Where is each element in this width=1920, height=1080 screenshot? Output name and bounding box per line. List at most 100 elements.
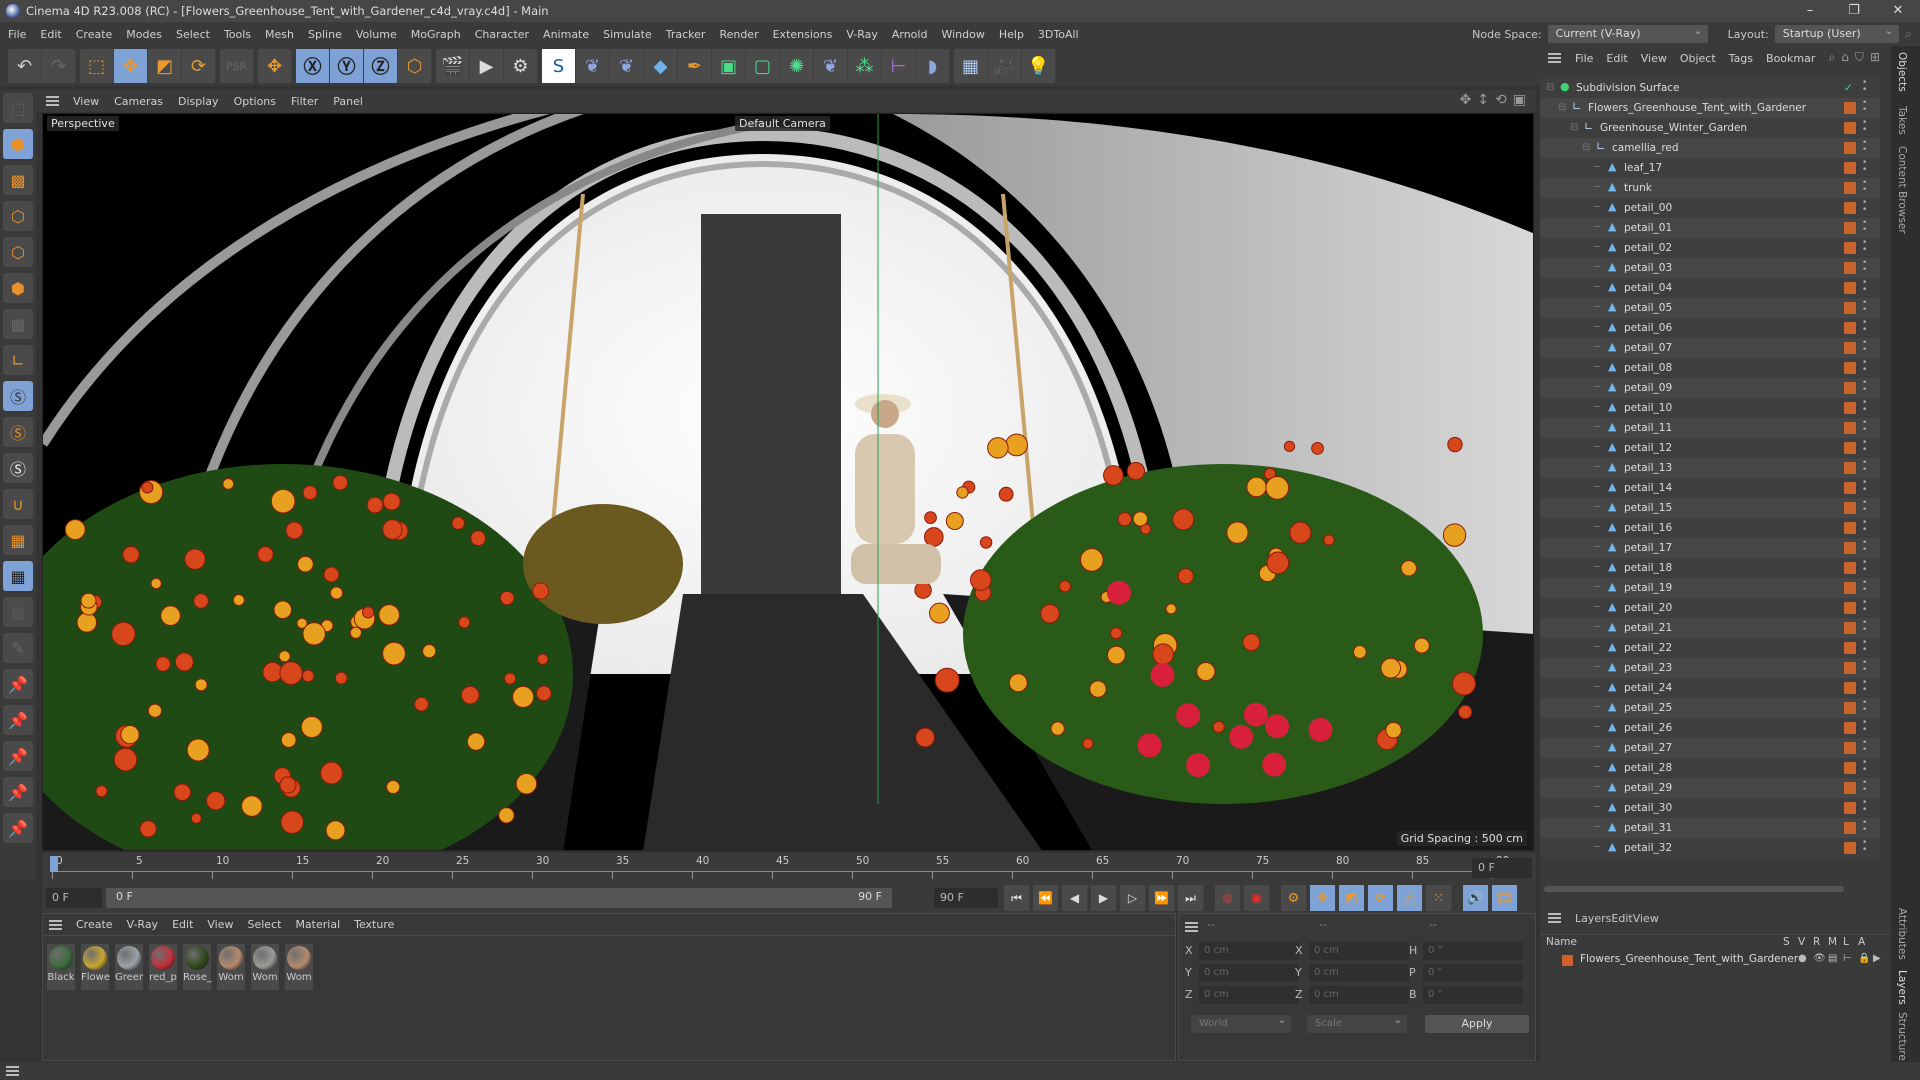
layer-color-swatch[interactable]: [1844, 562, 1856, 574]
layer-menu-layers[interactable]: Layers: [1575, 912, 1611, 925]
object-menu-edit[interactable]: Edit: [1606, 52, 1627, 65]
object-name[interactable]: Greenhouse_Winter_Garden: [1600, 118, 1747, 138]
object-row[interactable]: ⊟ ∟ Flowers_Greenhouse_Tent_with_Gardener •…: [1540, 98, 1880, 118]
object-name[interactable]: petail_03: [1624, 258, 1672, 278]
visibility-dots-icon[interactable]: • •: [1862, 439, 1867, 456]
object-name[interactable]: petail_11: [1624, 418, 1672, 438]
tab-attributes[interactable]: Attributes: [1896, 908, 1908, 960]
subdivision-icon[interactable]: ▣: [712, 49, 746, 83]
close-button[interactable]: ✕: [1876, 0, 1920, 22]
render-toggle-icon[interactable]: ▤: [1828, 953, 1837, 964]
pan-icon[interactable]: ✥: [1460, 92, 1472, 108]
visibility-dots-icon[interactable]: • •: [1862, 519, 1867, 536]
layer-menu-view[interactable]: View: [1633, 912, 1659, 925]
timeline-ruler[interactable]: 051015202530354045505560657075808590 0 F: [42, 853, 1536, 883]
visibility-dots-icon[interactable]: • •: [1862, 759, 1867, 776]
menu-animate[interactable]: Animate: [543, 28, 589, 41]
coord-value-field[interactable]: 0 cm: [1199, 986, 1299, 1004]
undo-icon[interactable]: ↶: [8, 49, 42, 83]
layer-color-swatch[interactable]: [1844, 402, 1856, 414]
playhead[interactable]: [50, 856, 58, 872]
autokey-icon[interactable]: ◉: [1244, 885, 1270, 911]
object-name[interactable]: leaf_17: [1624, 158, 1662, 178]
object-menu-file[interactable]: File: [1575, 52, 1593, 65]
visibility-dots-icon[interactable]: • •: [1862, 239, 1867, 256]
record-icon[interactable]: ●: [1215, 885, 1241, 911]
layer-color-swatch[interactable]: [1844, 502, 1856, 514]
layer-color-swatch[interactable]: [1844, 662, 1856, 674]
layer-color-swatch[interactable]: [1844, 262, 1856, 274]
transform-mode-dropdown[interactable]: Scale: [1307, 1012, 1407, 1033]
menu-render[interactable]: Render: [719, 28, 758, 41]
object-name[interactable]: petail_13: [1624, 458, 1672, 478]
object-name[interactable]: petail_32: [1624, 838, 1672, 858]
material-menu-material[interactable]: Material: [295, 918, 340, 931]
layer-column-header[interactable]: M: [1828, 936, 1837, 948]
layer-color-swatch[interactable]: [1844, 782, 1856, 794]
object-row[interactable]: ─ ▲ petail_31 • •: [1540, 818, 1880, 838]
coord-value-field[interactable]: 0 °: [1423, 986, 1523, 1004]
coord-value-field[interactable]: 0 °: [1423, 942, 1523, 960]
object-name[interactable]: Flowers_Greenhouse_Tent_with_Gardener: [1588, 98, 1806, 118]
texture-mode-icon[interactable]: ▩: [3, 165, 33, 195]
film-icon[interactable]: 🎞: [1492, 885, 1518, 911]
coordinate-mode-dropdown[interactable]: World: [1191, 1012, 1291, 1033]
workplane-align-icon[interactable]: ▦: [3, 597, 33, 627]
object-name[interactable]: petail_14: [1624, 478, 1672, 498]
viewport-menu-filter[interactable]: Filter: [291, 95, 318, 108]
snap-settings-icon[interactable]: Ⓢ: [3, 417, 33, 447]
object-row[interactable]: ─ ▲ petail_22 • •: [1540, 638, 1880, 658]
new-view-icon[interactable]: ⊞: [1870, 50, 1880, 65]
layer-color-swatch[interactable]: [1844, 682, 1856, 694]
object-row[interactable]: ─ ▲ petail_19 • •: [1540, 578, 1880, 598]
material-menu-edit[interactable]: Edit: [172, 918, 193, 931]
visibility-dots-icon[interactable]: • •: [1862, 219, 1867, 236]
visibility-dots-icon[interactable]: • •: [1862, 799, 1867, 816]
apply-button[interactable]: Apply: [1425, 1015, 1529, 1033]
visibility-dots-icon[interactable]: • •: [1862, 339, 1867, 356]
visibility-dots-icon[interactable]: • •: [1862, 319, 1867, 336]
object-name[interactable]: petail_21: [1624, 618, 1672, 638]
object-menu-view[interactable]: View: [1641, 52, 1667, 65]
object-name[interactable]: petail_05: [1624, 298, 1672, 318]
object-name[interactable]: petail_26: [1624, 718, 1672, 738]
object-name[interactable]: petail_18: [1624, 558, 1672, 578]
menu-tools[interactable]: Tools: [224, 28, 251, 41]
menu-character[interactable]: Character: [475, 28, 529, 41]
layer-color-swatch[interactable]: [1844, 462, 1856, 474]
layer-color-swatch[interactable]: [1844, 722, 1856, 734]
python-icon[interactable]: ❦: [610, 49, 644, 83]
tab-objects[interactable]: Objects: [1896, 52, 1908, 92]
coord-value-field[interactable]: 0 cm: [1309, 942, 1409, 960]
hamburger-icon[interactable]: [1185, 922, 1198, 932]
object-row[interactable]: ─ ▲ petail_11 • •: [1540, 418, 1880, 438]
snap-enable-icon[interactable]: Ⓢ: [3, 453, 33, 483]
layer-column-header[interactable]: A: [1858, 936, 1865, 948]
menu-help[interactable]: Help: [999, 28, 1024, 41]
end-frame-field[interactable]: 90 F: [934, 888, 998, 908]
psr-icon[interactable]: PSR: [220, 49, 254, 83]
object-row[interactable]: ─ ▲ petail_15 • •: [1540, 498, 1880, 518]
visibility-dots-icon[interactable]: • •: [1862, 679, 1867, 696]
render-region-icon[interactable]: 🎬: [436, 49, 470, 83]
tab-structure[interactable]: Structure: [1896, 1012, 1908, 1061]
object-name[interactable]: camellia_red: [1612, 138, 1679, 158]
hamburger-icon[interactable]: [6, 1066, 19, 1076]
manager-toggle-icon[interactable]: ⊢: [1843, 953, 1852, 964]
object-name[interactable]: petail_20: [1624, 598, 1672, 618]
object-row[interactable]: ─ ▲ petail_08 • •: [1540, 358, 1880, 378]
minimize-button[interactable]: –: [1788, 0, 1832, 22]
material-swatch[interactable]: Rose_: [183, 944, 212, 990]
material-swatch[interactable]: Black: [47, 944, 75, 990]
layer-color-swatch[interactable]: [1844, 122, 1856, 134]
layer-color-swatch[interactable]: [1844, 702, 1856, 714]
menu-mograph[interactable]: MoGraph: [411, 28, 461, 41]
start-frame-field[interactable]: 0 F: [46, 888, 102, 908]
visibility-dots-icon[interactable]: • •: [1862, 539, 1867, 556]
object-row[interactable]: ─ ▲ petail_05 • •: [1540, 298, 1880, 318]
viewport-menu-display[interactable]: Display: [178, 95, 219, 108]
object-row[interactable]: ─ ▲ petail_07 • •: [1540, 338, 1880, 358]
object-name[interactable]: petail_08: [1624, 358, 1672, 378]
object-name[interactable]: petail_12: [1624, 438, 1672, 458]
object-name[interactable]: petail_30: [1624, 798, 1672, 818]
